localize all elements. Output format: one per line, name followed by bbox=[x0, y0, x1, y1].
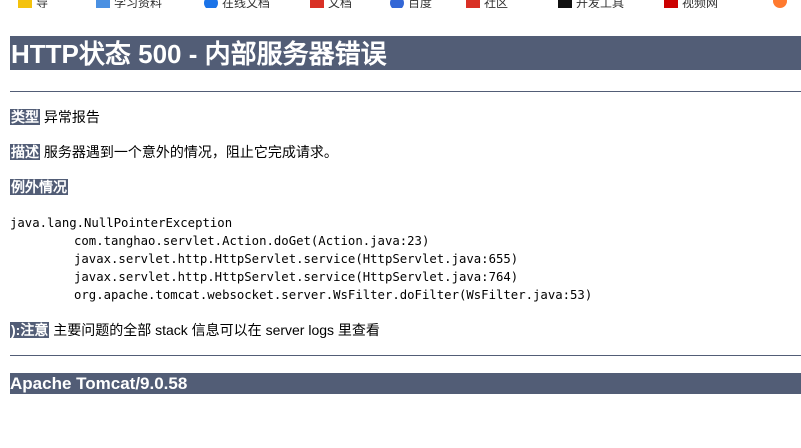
bookmark-item[interactable]: 开发工具 bbox=[558, 0, 624, 8]
red-square-icon bbox=[310, 0, 324, 8]
bookmark-item[interactable]: 视频网 bbox=[664, 0, 718, 8]
red-square-icon bbox=[466, 0, 480, 8]
bookmark-item[interactable]: 在线文档 bbox=[204, 0, 270, 8]
description-label: 描述 bbox=[10, 144, 40, 160]
bookmark-label: 文档 bbox=[328, 0, 353, 8]
divider bbox=[10, 355, 801, 356]
bookmark-label: 学习资料 bbox=[114, 0, 163, 8]
bookmark-item[interactable]: 学习资料 bbox=[96, 0, 162, 8]
note-value: 主要问题的全部 stack 信息可以在 server logs 里查看 bbox=[53, 322, 380, 338]
bookmark-label: 导 bbox=[36, 0, 49, 8]
red-square-icon bbox=[664, 0, 678, 8]
server-footer: Apache Tomcat/9.0.58 bbox=[10, 373, 801, 394]
exception-row: 例外情况 bbox=[10, 178, 68, 196]
trace-line: java.lang.NullPointerException bbox=[10, 216, 233, 230]
bookmark-label: 在线文档 bbox=[222, 0, 271, 8]
bookmark-label: 百度 bbox=[408, 0, 433, 8]
description-value: 服务器遇到一个意外的情况，阻止它完成请求。 bbox=[43, 144, 338, 160]
star-icon bbox=[18, 0, 32, 8]
bookmark-item[interactable] bbox=[773, 0, 787, 8]
type-row: 类型 异常报告 bbox=[10, 108, 100, 126]
trace-line: javax.servlet.http.HttpServlet.service(H… bbox=[74, 252, 519, 266]
note-label: ):注意 bbox=[10, 322, 50, 338]
stack-trace: java.lang.NullPointerException com.tangha… bbox=[10, 214, 592, 304]
bookmark-item[interactable]: 文档 bbox=[310, 0, 352, 8]
doc-icon bbox=[96, 0, 110, 8]
orange-circle-icon bbox=[773, 0, 787, 8]
trace-line: org.apache.tomcat.websocket.server.WsFil… bbox=[74, 288, 593, 302]
bookmarks-bar: 导 学习资料 在线文档 文档 百度 社区 开发工具 视频网 bbox=[0, 0, 801, 8]
bookmark-item[interactable]: 百度 bbox=[390, 0, 432, 8]
trace-line: javax.servlet.http.HttpServlet.service(H… bbox=[74, 270, 519, 284]
type-value: 异常报告 bbox=[43, 109, 100, 125]
description-row: 描述 服务器遇到一个意外的情况，阻止它完成请求。 bbox=[10, 143, 338, 161]
exception-label: 例外情况 bbox=[10, 179, 68, 195]
globe-icon bbox=[204, 0, 218, 8]
bookmark-item[interactable]: 导 bbox=[18, 0, 48, 8]
divider bbox=[10, 91, 801, 92]
trace-line: com.tanghao.servlet.Action.doGet(Action.… bbox=[74, 234, 430, 248]
page-title: HTTP状态 500 - 内部服务器错误 bbox=[10, 36, 801, 70]
blue-circle-icon bbox=[390, 0, 404, 8]
bookmark-label: 视频网 bbox=[682, 0, 719, 8]
bookmark-label: 社区 bbox=[484, 0, 509, 8]
bookmark-item[interactable]: 社区 bbox=[466, 0, 508, 8]
black-square-icon bbox=[558, 0, 572, 8]
bookmark-label: 开发工具 bbox=[576, 0, 625, 8]
type-label: 类型 bbox=[10, 109, 40, 125]
note-row: ):注意 主要问题的全部 stack 信息可以在 server logs 里查看 bbox=[10, 321, 380, 339]
